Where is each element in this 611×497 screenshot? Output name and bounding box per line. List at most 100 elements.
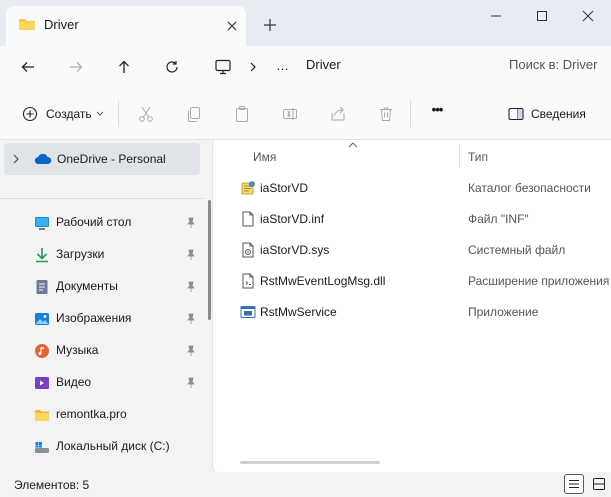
plus-icon bbox=[264, 19, 276, 31]
file-row[interactable]: RstMwEventLogMsg.dll Расширение приложен… bbox=[232, 266, 611, 296]
file-row[interactable]: RstMwService Приложение bbox=[232, 297, 611, 327]
computer-icon[interactable] bbox=[214, 59, 232, 75]
breadcrumb-current[interactable]: Driver bbox=[306, 57, 341, 72]
trash-icon bbox=[380, 107, 392, 121]
breadcrumb-overflow[interactable]: … bbox=[276, 58, 289, 73]
sidebar-item-label: Рабочий стол bbox=[56, 215, 132, 229]
paste-button[interactable] bbox=[226, 98, 258, 130]
chevron-right-icon[interactable] bbox=[248, 61, 258, 73]
details-button[interactable]: Сведения bbox=[500, 98, 600, 130]
rename-button[interactable] bbox=[274, 98, 306, 130]
cut-button[interactable] bbox=[130, 98, 162, 130]
plus-circle-icon bbox=[22, 106, 38, 122]
security-catalog-icon bbox=[241, 181, 255, 195]
up-button[interactable] bbox=[110, 53, 138, 81]
tab-driver[interactable]: Driver bbox=[6, 6, 246, 46]
application-icon bbox=[240, 306, 256, 318]
arrow-left-icon bbox=[21, 62, 34, 72]
dll-file-icon bbox=[242, 273, 254, 289]
toolbar-divider bbox=[410, 101, 411, 127]
details-view-button[interactable] bbox=[564, 474, 584, 494]
column-header-type[interactable]: Тип bbox=[468, 150, 488, 164]
share-button[interactable] bbox=[322, 98, 354, 130]
close-window-button[interactable] bbox=[565, 0, 611, 32]
nav-scrollbar[interactable] bbox=[208, 200, 211, 320]
pin-icon bbox=[187, 345, 195, 356]
copy-button[interactable] bbox=[178, 98, 210, 130]
file-name: iaStorVD bbox=[260, 181, 309, 195]
scissors-icon bbox=[139, 106, 153, 122]
drive-icon bbox=[35, 442, 49, 453]
share-icon bbox=[331, 106, 345, 121]
file-row[interactable]: iaStorVD Каталог безопасности bbox=[232, 173, 611, 203]
pin-icon bbox=[187, 217, 195, 228]
sidebar-item-label: Локальный диск (C:) bbox=[56, 439, 170, 453]
file-type: Файл "INF" bbox=[468, 212, 529, 226]
create-button[interactable]: Создать bbox=[16, 98, 106, 130]
sidebar-item-desktop[interactable]: Рабочий стол bbox=[0, 207, 204, 239]
file-type: Приложение bbox=[468, 305, 539, 319]
rename-icon bbox=[283, 108, 297, 120]
file-name: RstMwService bbox=[260, 305, 337, 319]
close-tab-button[interactable] bbox=[221, 15, 243, 37]
sidebar-item-local-disk[interactable]: Локальный диск (C:) bbox=[0, 431, 204, 463]
more-options-button[interactable]: ••• bbox=[420, 102, 454, 126]
cloud-icon bbox=[34, 153, 52, 165]
download-icon bbox=[36, 248, 48, 263]
delete-button[interactable] bbox=[370, 98, 402, 130]
sidebar-item-music[interactable]: Музыка bbox=[0, 335, 204, 367]
pin-icon bbox=[187, 313, 195, 324]
documents-icon bbox=[36, 280, 48, 294]
sidebar-item-remontka[interactable]: remontka.pro bbox=[0, 399, 204, 431]
forward-button[interactable] bbox=[62, 53, 90, 81]
file-row[interactable]: iaStorVD.sys Системный файл bbox=[232, 235, 611, 265]
details-pane-icon bbox=[508, 107, 524, 121]
maximize-button[interactable] bbox=[519, 0, 565, 32]
chevron-down-icon bbox=[96, 111, 104, 116]
address-bar[interactable]: … bbox=[202, 50, 486, 84]
tab-title: Driver bbox=[44, 17, 79, 32]
sidebar-item-label: Музыка bbox=[56, 343, 99, 357]
pictures-icon bbox=[35, 313, 49, 325]
toolbar-divider bbox=[118, 101, 119, 127]
back-button[interactable] bbox=[14, 53, 42, 81]
sidebar-item-label: remontka.pro bbox=[56, 407, 127, 421]
sidebar-item-label: Видео bbox=[56, 375, 92, 389]
arrow-up-icon bbox=[119, 60, 129, 73]
column-divider[interactable] bbox=[459, 144, 460, 168]
tiles-view-button[interactable] bbox=[589, 474, 609, 494]
refresh-button[interactable] bbox=[158, 53, 186, 81]
close-icon bbox=[227, 21, 237, 31]
video-icon bbox=[35, 377, 49, 389]
pin-icon bbox=[187, 377, 195, 388]
file-name: iaStorVD.sys bbox=[260, 243, 330, 257]
column-header-name[interactable]: Имя bbox=[253, 150, 276, 164]
sidebar-item-pictures[interactable]: Изображения bbox=[0, 303, 204, 335]
sidebar-item-videos[interactable]: Видео bbox=[0, 367, 204, 399]
copy-icon bbox=[188, 107, 200, 122]
address-row: … Driver Поиск в: Driver bbox=[0, 46, 611, 88]
file-row[interactable]: iaStorVD.inf Файл "INF" bbox=[232, 204, 611, 234]
minimize-button[interactable] bbox=[473, 0, 519, 32]
status-bar bbox=[0, 472, 611, 497]
list-view-icon bbox=[569, 480, 579, 488]
folder-icon bbox=[35, 410, 49, 421]
details-label: Сведения bbox=[531, 107, 586, 121]
inf-file-icon bbox=[242, 211, 254, 227]
sidebar-item-label: OneDrive - Personal bbox=[57, 152, 166, 166]
chevron-right-icon bbox=[13, 154, 19, 164]
nav-divider bbox=[0, 198, 204, 199]
sidebar-item-label: Документы bbox=[56, 279, 118, 293]
new-tab-button[interactable] bbox=[258, 13, 282, 37]
sidebar-item-documents[interactable]: Документы bbox=[0, 271, 204, 303]
clipboard-icon bbox=[236, 106, 248, 122]
sort-ascending-icon bbox=[348, 142, 358, 148]
command-bar: Создать ••• Сведения bbox=[0, 88, 611, 140]
sidebar-item-downloads[interactable]: Загрузки bbox=[0, 239, 204, 271]
music-icon bbox=[35, 344, 49, 358]
sidebar-item-onedrive[interactable]: OneDrive - Personal bbox=[4, 143, 200, 175]
horizontal-scrollbar[interactable] bbox=[240, 461, 380, 464]
arrow-right-icon bbox=[70, 62, 83, 72]
sidebar-item-label: Изображения bbox=[56, 311, 132, 325]
close-icon bbox=[582, 10, 594, 22]
